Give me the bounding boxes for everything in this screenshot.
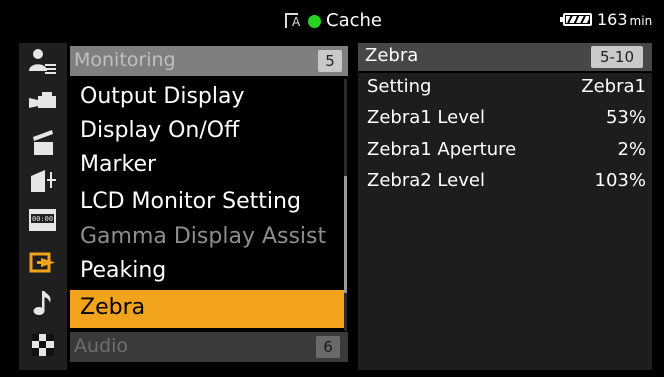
clip-a-icon: A: [285, 12, 303, 30]
menu-item-gamma-display-assist: Gamma Display Assist: [80, 224, 327, 249]
status-center: A Cache: [285, 9, 382, 33]
detail-row-value: 103%: [594, 170, 646, 191]
menu-category-title: Monitoring: [74, 49, 176, 71]
category-icon-column: 00:00: [19, 43, 67, 370]
detail-row-label: Zebra2 Level: [367, 170, 485, 191]
output-icon[interactable]: [27, 249, 59, 277]
detail-row-value: Zebra1: [581, 76, 646, 97]
camera-menu-screen: A Cache 163 min 00:00 Monitoring 5 Outpu…: [0, 0, 664, 377]
cache-label: Cache: [326, 10, 382, 31]
user-settings-icon[interactable]: [27, 47, 59, 75]
menu-item-lcd-monitor-setting[interactable]: LCD Monitor Setting: [80, 188, 301, 216]
menu-next-category[interactable]: Audio 6: [70, 332, 348, 362]
detail-header: Zebra 5-10: [358, 43, 652, 71]
camera-icon[interactable]: [27, 87, 59, 115]
menu-category-number: 5: [318, 50, 342, 72]
detail-row-label: Zebra1 Level: [367, 107, 485, 128]
menu-category-header[interactable]: Monitoring 5: [70, 46, 348, 76]
menu-item-zebra-label: Zebra: [80, 295, 146, 320]
detail-row-zebra2-level: Zebra2 Level 103%: [367, 168, 646, 194]
detail-row-zebra1-aperture: Zebra1 Aperture 2%: [367, 137, 646, 163]
menu-item-output-display[interactable]: Output Display: [80, 83, 245, 111]
audio-note-icon[interactable]: [27, 289, 59, 317]
scrollbar-thumb[interactable]: [344, 176, 347, 293]
status-bar: A Cache 163 min: [0, 0, 664, 40]
menu-next-category-title: Audio: [74, 335, 129, 357]
remaining-unit: min: [629, 14, 653, 28]
detail-divider: [358, 71, 652, 73]
detail-title: Zebra: [365, 45, 419, 66]
menu-next-category-number: 6: [316, 336, 340, 358]
detail-row-label: Zebra1 Aperture: [367, 139, 517, 160]
svg-text:00:00: 00:00: [32, 215, 53, 223]
remaining-value: 163: [597, 10, 628, 29]
menu-list: Monitoring 5 Output Display Display On/O…: [67, 43, 348, 370]
clapperboard-icon[interactable]: [27, 128, 59, 156]
timecode-icon[interactable]: 00:00: [27, 207, 59, 235]
detail-panel: Zebra 5-10 Setting Zebra1 Zebra1 Level 5…: [358, 43, 652, 370]
checker-icon[interactable]: [27, 331, 59, 359]
detail-code-badge: 5-10: [591, 46, 643, 68]
scene-file-icon[interactable]: [27, 167, 59, 195]
menu-item-marker[interactable]: Marker: [80, 151, 156, 179]
battery-icon: [560, 13, 592, 26]
detail-row-setting: Setting Zebra1: [367, 74, 646, 100]
detail-row-zebra1-level: Zebra1 Level 53%: [367, 105, 646, 131]
menu-item-display-on-off[interactable]: Display On/Off: [80, 117, 239, 145]
detail-row-value: 53%: [605, 107, 646, 128]
detail-row-value: 2%: [617, 139, 646, 160]
menu-item-zebra-selected[interactable]: Zebra: [70, 290, 345, 328]
menu-item-peaking[interactable]: Peaking: [80, 257, 166, 285]
record-status-dot: [308, 14, 321, 28]
remaining-time: 163 min: [597, 10, 652, 31]
detail-row-label: Setting: [367, 76, 432, 97]
